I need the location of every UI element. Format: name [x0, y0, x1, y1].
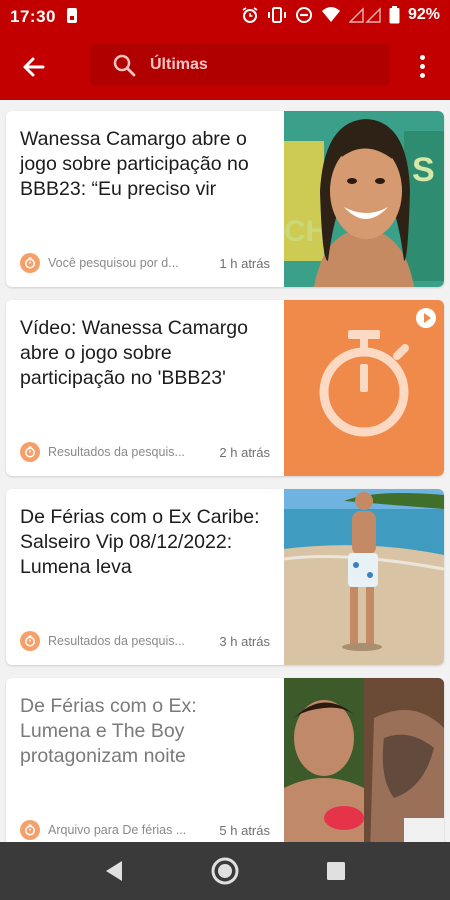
dnd-icon	[295, 7, 312, 23]
more-vert-dot	[419, 73, 425, 78]
clock-icon	[20, 820, 40, 840]
news-time: 1 h atrás	[219, 255, 270, 271]
news-title: Wanessa Camargo abre o jogo sobre partic…	[20, 128, 249, 200]
news-card[interactable]: Vídeo: Wanessa Camargo abre o jogo sobre…	[6, 300, 444, 476]
search-field[interactable]: Últimas	[90, 44, 390, 86]
news-source: Você pesquisou por d...	[48, 256, 179, 270]
search-query-text: Últimas	[150, 56, 208, 73]
status-bar: 17:30 92%	[0, 0, 450, 33]
news-thumbnail	[284, 678, 444, 842]
back-button[interactable]	[18, 51, 50, 83]
system-nav-bar	[0, 842, 450, 900]
news-card[interactable]: Wanessa Camargo abre o jogo sobre partic…	[6, 111, 444, 287]
alarm-icon	[242, 7, 258, 23]
vibrate-icon	[267, 7, 286, 23]
nav-back-button[interactable]	[98, 855, 130, 887]
news-title: De Férias com o Ex: Lumena e The Boy pro…	[20, 695, 197, 767]
clock-icon	[20, 442, 40, 462]
news-source: Resultados da pesquis...	[48, 634, 185, 648]
news-time: 2 h atrás	[219, 444, 270, 460]
battery-percent: 92%	[407, 6, 440, 23]
more-vert-dot	[419, 64, 425, 69]
news-card[interactable]: De Férias com o Ex: Lumena e The Boy pro…	[6, 678, 444, 842]
clock-icon	[20, 253, 40, 273]
play-icon	[416, 308, 436, 328]
nav-back-icon	[106, 861, 122, 881]
status-icons: 92%	[241, 6, 440, 24]
wifi-icon	[321, 7, 340, 22]
status-time: 17:30	[10, 7, 56, 26]
news-source: Arquivo para De férias ...	[48, 823, 187, 837]
clock-icon	[20, 631, 40, 651]
nav-home-icon	[211, 857, 239, 885]
signal-icon	[348, 7, 381, 23]
news-time: 3 h atrás	[219, 633, 270, 649]
arrow-left-icon	[23, 57, 45, 77]
news-meta: Resultados da pesquis... 2 h atrás	[20, 442, 270, 462]
news-title: Vídeo: Wanessa Camargo abre o jogo sobre…	[20, 317, 248, 389]
news-source: Resultados da pesquis...	[48, 445, 185, 459]
svg-text:CH: CH	[284, 215, 327, 248]
search-icon	[113, 54, 136, 77]
news-thumbnail: S CH	[284, 111, 444, 287]
nav-recents-icon	[327, 862, 345, 880]
news-card[interactable]: De Férias com o Ex Caribe: Salseiro Vip …	[6, 489, 444, 665]
svg-text:S: S	[412, 151, 435, 189]
sim-icon	[67, 8, 77, 23]
nav-recents-button[interactable]	[320, 855, 352, 887]
news-meta: Resultados da pesquis... 3 h atrás	[20, 631, 270, 651]
news-meta: Você pesquisou por d... 1 h atrás	[20, 253, 270, 273]
battery-icon	[389, 6, 400, 24]
news-feed[interactable]: Wanessa Camargo abre o jogo sobre partic…	[0, 100, 450, 842]
more-vert-icon	[419, 55, 425, 60]
news-thumbnail	[284, 300, 444, 476]
news-title: De Férias com o Ex Caribe: Salseiro Vip …	[20, 506, 260, 578]
news-meta: Arquivo para De férias ... 5 h atrás	[20, 820, 270, 840]
more-options-button[interactable]	[412, 51, 432, 83]
nav-home-button[interactable]	[209, 855, 241, 887]
app-bar: Últimas	[0, 33, 450, 100]
news-time: 5 h atrás	[219, 822, 270, 838]
news-thumbnail	[284, 489, 444, 665]
